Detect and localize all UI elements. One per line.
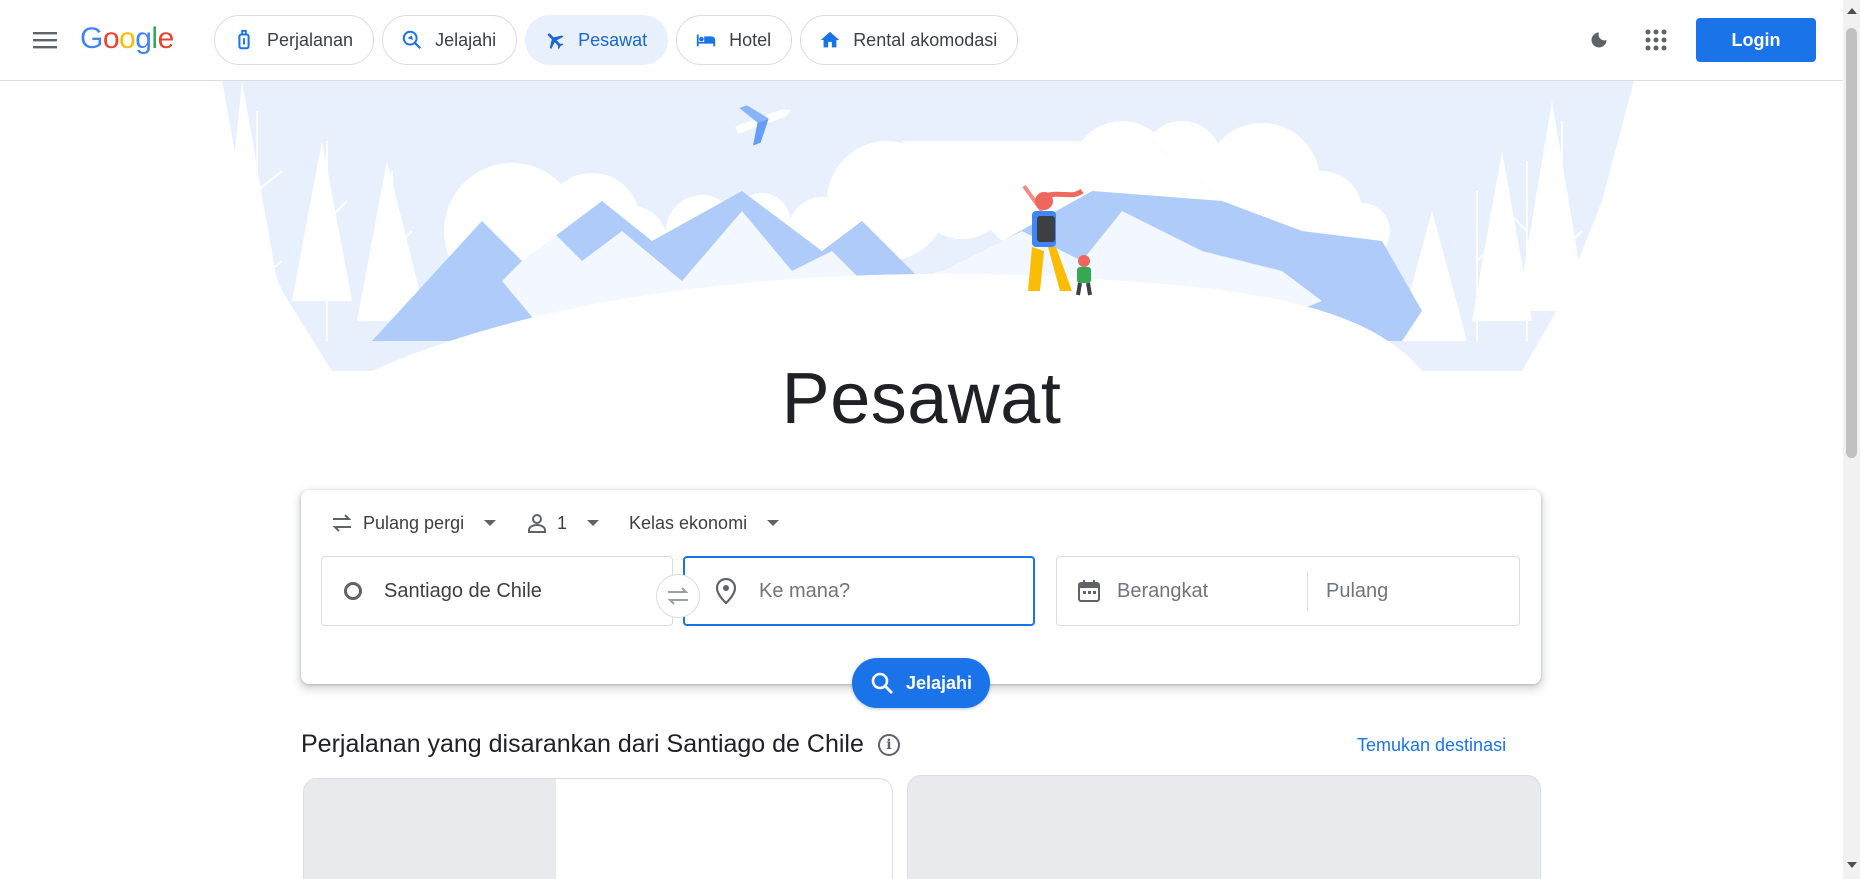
loading-placeholder (304, 779, 556, 879)
tab-flights[interactable]: Pesawat (525, 15, 669, 65)
passengers-select[interactable]: 1 (527, 508, 600, 538)
cabin-class-value: Kelas ekonomi (629, 512, 748, 533)
find-destinations-link[interactable]: Temukan destinasi (1357, 735, 1506, 756)
depart-placeholder: Berangkat (1117, 579, 1209, 602)
chevron-down-icon (484, 520, 497, 526)
scroll-up-arrow-icon[interactable] (1847, 8, 1857, 14)
tab-travel[interactable]: Perjalanan (214, 15, 375, 65)
google-apps-button[interactable] (1640, 24, 1672, 56)
tab-travel-label: Perjalanan (267, 29, 354, 50)
flight-icon (547, 33, 564, 50)
passengers-count: 1 (557, 512, 568, 533)
main-menu-button[interactable] (28, 25, 62, 55)
origin-field[interactable]: Santiago de Chile (321, 556, 673, 626)
explore-icon (402, 30, 422, 50)
trip-type-value: Pulang pergi (363, 512, 465, 533)
chevron-down-icon (767, 520, 780, 526)
flight-search-card: Pulang pergi 1 Kelas ekonomi Santiago de… (301, 490, 1541, 684)
home-icon (821, 31, 840, 48)
luggage-icon (238, 29, 250, 50)
scroll-down-arrow-icon[interactable] (1847, 862, 1857, 868)
origin-circle-icon (344, 582, 362, 600)
explore-button-label: Jelajahi (905, 672, 973, 693)
return-placeholder: Pulang (1326, 579, 1389, 602)
destination-placeholder: Ke mana? (759, 579, 851, 602)
location-pin-icon (715, 578, 737, 604)
destination-field[interactable]: Ke mana? (683, 556, 1035, 626)
tab-flights-label: Pesawat (578, 29, 648, 50)
page-scrollbar[interactable] (1843, 0, 1860, 879)
return-date-input[interactable]: Pulang (1308, 557, 1388, 625)
chevron-down-icon (587, 520, 600, 526)
swap-icon (667, 587, 689, 605)
tab-explore-label: Jelajahi (435, 29, 497, 50)
scrollbar-thumb[interactable] (1846, 28, 1857, 458)
suggested-trips-heading: Perjalanan yang disarankan dari Santiago… (301, 730, 900, 759)
moon-icon (1591, 32, 1607, 48)
menu-icon (33, 32, 57, 49)
tab-explore[interactable]: Jelajahi (382, 15, 518, 65)
origin-value: Santiago de Chile (384, 579, 542, 602)
login-button[interactable]: Login (1696, 18, 1816, 62)
apps-grid-icon (1645, 29, 1667, 51)
person-icon (528, 514, 546, 533)
google-logo[interactable]: Google (80, 22, 174, 56)
cabin-class-select[interactable]: Kelas ekonomi (629, 508, 780, 538)
hotel-icon (696, 34, 716, 47)
tab-hotels[interactable]: Hotel (676, 15, 793, 65)
depart-date-input[interactable]: Berangkat (1057, 557, 1307, 625)
top-app-bar: Google Perjalanan Jelajahi Pesawat Hotel… (0, 0, 1843, 81)
calendar-icon (1078, 580, 1100, 602)
tab-vacation-rentals[interactable]: Rental akomodasi (800, 15, 1019, 65)
date-range-field[interactable]: Berangkat Pulang (1056, 556, 1520, 626)
suggested-trips-list-panel (303, 778, 893, 879)
product-tabs: Perjalanan Jelajahi Pesawat Hotel Rental… (214, 15, 1019, 65)
dark-mode-toggle[interactable] (1584, 25, 1614, 55)
info-icon[interactable]: i (877, 733, 900, 756)
tab-hotels-label: Hotel (729, 29, 772, 50)
search-icon (871, 672, 893, 694)
page-title: Pesawat (781, 359, 1062, 439)
swap-origin-destination-button[interactable] (656, 574, 700, 618)
swap-arrows-icon (332, 514, 352, 532)
tab-vacation-rentals-label: Rental akomodasi (853, 29, 998, 50)
suggested-trips-title: Perjalanan yang disarankan dari Santiago… (301, 730, 864, 758)
hero-illustration (222, 81, 1634, 371)
trip-type-select[interactable]: Pulang pergi (331, 508, 497, 538)
suggested-trips-map-panel[interactable] (907, 775, 1541, 879)
explore-search-button[interactable]: Jelajahi (852, 658, 990, 708)
